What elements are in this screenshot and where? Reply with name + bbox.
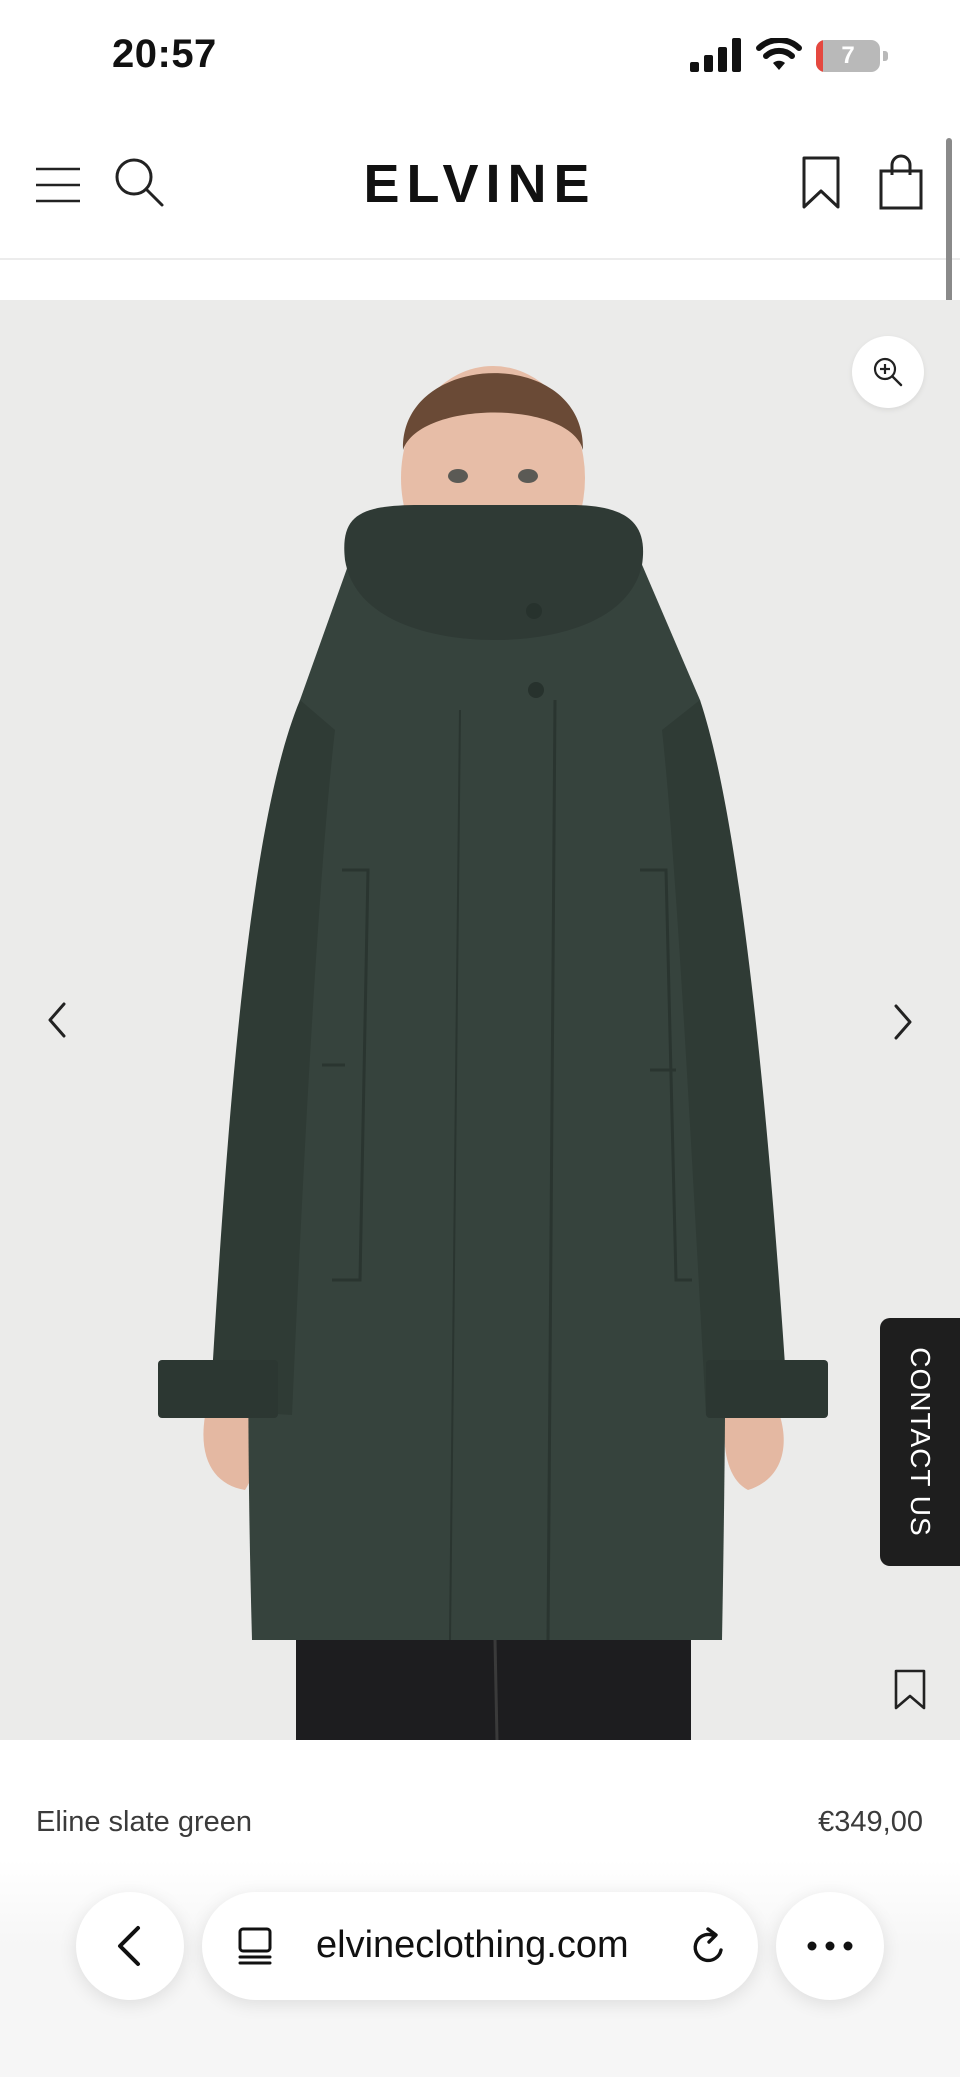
site-logo[interactable]: ELVINE (330, 153, 630, 215)
zoom-in-icon (873, 357, 903, 387)
url-text[interactable]: elvineclothing.com (316, 1924, 629, 1967)
tabs-icon[interactable] (236, 1926, 276, 1966)
battery-body: 7 (816, 40, 880, 72)
reload-icon[interactable] (688, 1926, 730, 1968)
more-icon (807, 1941, 853, 1951)
wifi-icon (756, 38, 802, 70)
product-image-gallery[interactable] (0, 300, 960, 1740)
product-photo (158, 366, 828, 1740)
battery-tip (883, 51, 888, 61)
cellular-signal-icon (690, 38, 741, 72)
contact-us-label: CONTACT US (905, 1347, 936, 1537)
bookmark-icon[interactable] (800, 155, 842, 211)
zoom-button[interactable] (852, 336, 924, 408)
product-price: €349,00 (818, 1806, 923, 1838)
browser-back-button[interactable] (76, 1892, 184, 2000)
browser-more-button[interactable] (776, 1892, 884, 2000)
search-icon[interactable] (112, 155, 166, 209)
status-time: 20:57 (112, 32, 217, 76)
product-name[interactable]: Eline slate green (36, 1806, 252, 1839)
site-header: ELVINE (0, 115, 960, 260)
back-arrow-icon (118, 1926, 140, 1966)
chevron-left-icon[interactable] (34, 990, 82, 1050)
browser-toolbar: elvineclothing.com (0, 1860, 960, 2077)
status-bar: 20:57 7 (0, 0, 960, 115)
bookmark-icon[interactable] (892, 1668, 928, 1712)
contact-us-tab[interactable]: CONTACT US (880, 1318, 960, 1566)
address-bar[interactable]: elvineclothing.com (202, 1892, 758, 2000)
chevron-right-icon[interactable] (878, 992, 926, 1052)
battery-level: 7 (841, 42, 855, 69)
shopping-bag-icon[interactable] (878, 153, 924, 211)
battery-icon: 7 (816, 40, 888, 72)
hamburger-menu-icon[interactable] (34, 163, 82, 207)
